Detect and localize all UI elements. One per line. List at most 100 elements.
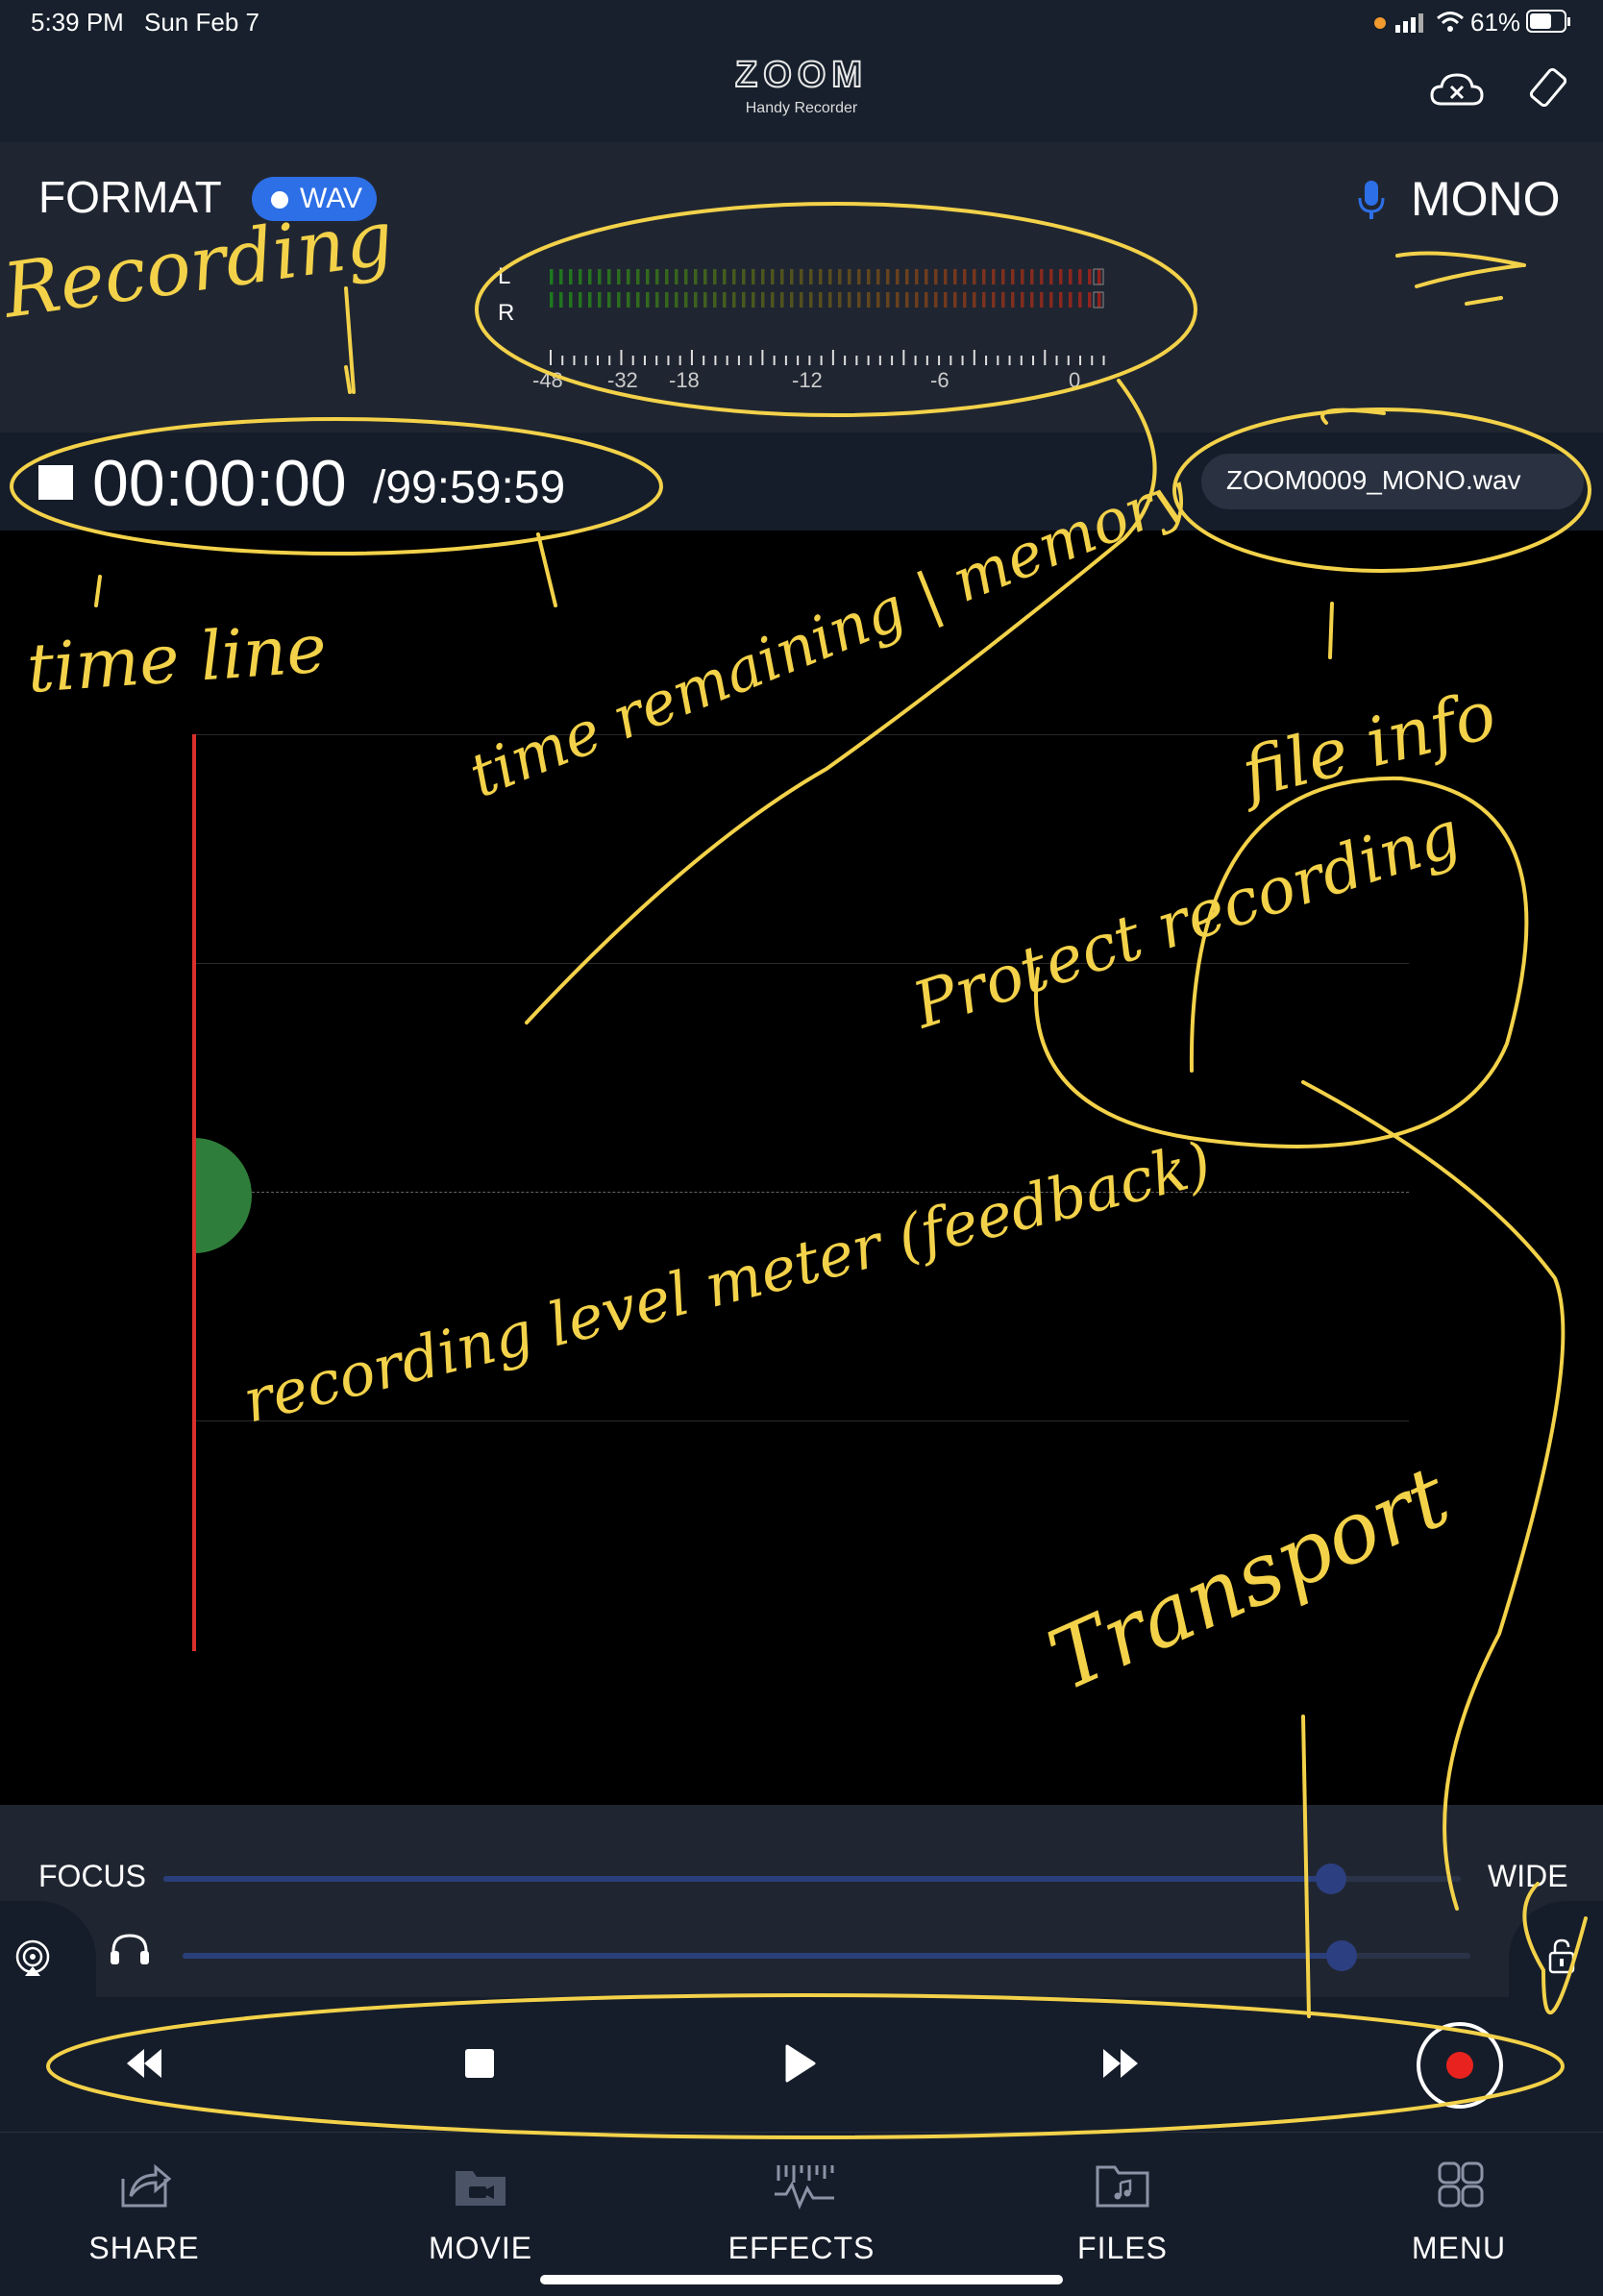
meter-tick	[631, 356, 634, 365]
zoom-logo: ZOOM	[734, 58, 863, 90]
meter-segment	[1021, 269, 1024, 284]
tab-movie[interactable]: MOVIE	[384, 2133, 577, 2296]
mic-slider-panel: FOCUS WIDE	[0, 1805, 1603, 1997]
share-icon	[121, 2163, 172, 2208]
cloud-disconnect-icon[interactable]	[1430, 71, 1484, 110]
fast-forward-icon[interactable]	[1101, 2047, 1140, 2080]
format-dot-icon	[271, 191, 288, 209]
meter-segment	[703, 269, 707, 284]
meter-tick	[867, 356, 870, 365]
unlock-icon[interactable]	[1547, 1938, 1576, 1976]
file-name-pill[interactable]: ZOOM0009_MONO.wav	[1201, 454, 1584, 509]
home-indicator[interactable]	[540, 2275, 1063, 2284]
tab-share-label: SHARE	[88, 2231, 200, 2265]
meter-tick	[938, 356, 941, 365]
meter-segment	[607, 269, 611, 284]
meter-segment	[1097, 292, 1101, 308]
stop-icon[interactable]	[465, 2049, 494, 2078]
meter-segment	[848, 269, 851, 284]
record-button[interactable]	[1417, 2022, 1503, 2109]
meter-segment	[550, 292, 554, 308]
playhead[interactable]	[192, 734, 196, 1651]
meter-scale-0: 0	[1069, 368, 1081, 392]
meter-segment	[713, 269, 717, 284]
meter-segment	[675, 269, 678, 284]
meter-tick	[1008, 356, 1011, 365]
meter-segment	[588, 269, 592, 284]
status-date: Sun Feb 7	[144, 8, 259, 37]
meter-tick	[997, 356, 999, 365]
stop-state-icon	[38, 465, 73, 500]
meter-segment	[867, 292, 871, 308]
meter-segment	[934, 292, 938, 308]
rotate-lock-icon[interactable]	[1528, 67, 1568, 108]
meter-segment	[876, 269, 880, 284]
meter-tick	[655, 356, 658, 365]
meter-tick	[797, 356, 800, 365]
meter-tick	[1102, 356, 1105, 365]
meter-segment	[617, 269, 621, 284]
play-icon[interactable]	[784, 2043, 817, 2084]
meter-segment	[559, 292, 563, 308]
meter-segment	[655, 269, 659, 284]
meter-segment	[627, 269, 630, 284]
meter-tick	[961, 356, 964, 365]
tab-menu[interactable]: MENU	[1363, 2133, 1555, 2296]
meter-segment	[973, 269, 976, 284]
meter-segment	[636, 292, 640, 308]
meter-tick	[726, 356, 728, 365]
waveform-area[interactable]	[0, 531, 1603, 1805]
meter-tick	[891, 356, 894, 365]
meter-segment	[982, 292, 986, 308]
meter-tick	[855, 356, 858, 365]
meter-segment	[1049, 269, 1053, 284]
format-badge[interactable]: WAV	[252, 177, 377, 221]
grid-line	[194, 734, 1409, 735]
focus-wide-slider-knob[interactable]	[1316, 1864, 1346, 1894]
meter-segment	[723, 269, 727, 284]
meter-scale-6: -6	[930, 368, 949, 392]
meter-tick	[773, 356, 776, 365]
meter-segment	[934, 269, 938, 284]
meter-segment	[1040, 269, 1044, 284]
meter-segment	[809, 269, 813, 284]
meter-tick	[1032, 356, 1035, 365]
focus-wide-fill	[163, 1876, 1331, 1882]
meter-segment	[742, 292, 746, 308]
meter-segment	[790, 269, 794, 284]
meter-tick	[690, 350, 693, 365]
meter-segment	[1078, 269, 1082, 284]
battery-icon	[1526, 10, 1570, 33]
meter-segment	[675, 292, 678, 308]
airplay-audio-icon[interactable]	[13, 1939, 52, 1978]
tab-movie-label: MOVIE	[428, 2231, 533, 2265]
tab-files[interactable]: FILES	[1026, 2133, 1219, 2296]
meter-segment	[579, 292, 582, 308]
format-badge-text: WAV	[300, 183, 362, 214]
meter-segment	[953, 292, 957, 308]
level-meter: L R -48 -32 -18 -12 -6 0	[490, 258, 1105, 411]
meter-segment	[857, 292, 861, 308]
meter-segment	[905, 292, 909, 308]
meter-segment	[819, 269, 823, 284]
battery-percent: 61%	[1470, 8, 1521, 37]
headphone-volume-knob[interactable]	[1326, 1940, 1357, 1971]
channel-mode[interactable]: MONO	[1411, 171, 1561, 227]
meter-segment	[559, 269, 563, 284]
meter-tick	[1091, 356, 1094, 365]
meter-segment	[1078, 292, 1082, 308]
meter-segment	[838, 269, 842, 284]
meter-segment	[780, 269, 784, 284]
meter-tick	[1044, 350, 1047, 365]
meter-tick	[925, 356, 928, 365]
meter-segment	[713, 292, 717, 308]
meter-segment	[925, 269, 928, 284]
tab-effects[interactable]: EFFECTS	[705, 2133, 898, 2296]
remaining-time: /99:59:59	[373, 462, 566, 513]
meter-tick	[608, 356, 611, 365]
meter-tick	[784, 356, 787, 365]
tab-share[interactable]: SHARE	[48, 2133, 240, 2296]
movie-icon	[456, 2171, 506, 2206]
rewind-icon[interactable]	[125, 2047, 163, 2080]
format-label: FORMAT	[38, 172, 222, 222]
